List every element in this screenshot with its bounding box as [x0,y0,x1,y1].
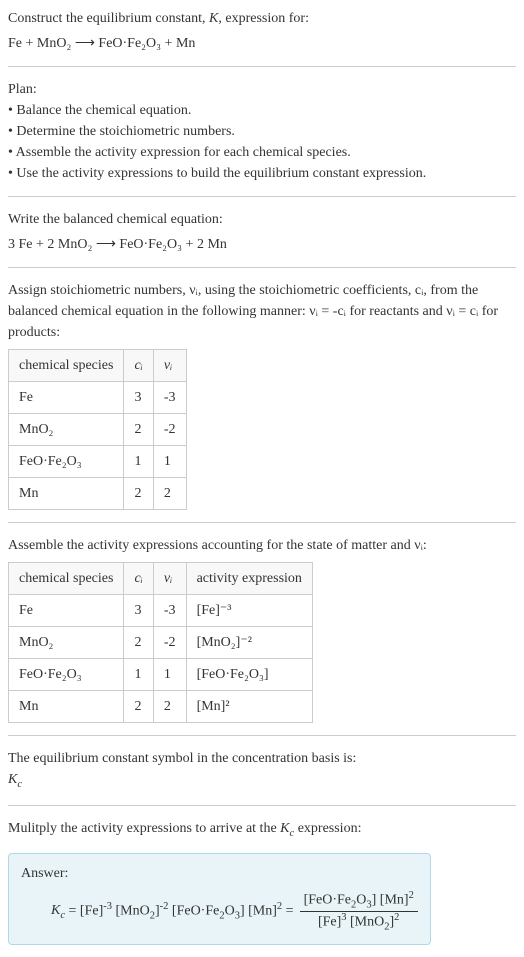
assign-text: Assign stoichiometric numbers, νᵢ, using… [8,280,516,343]
divider [8,522,516,523]
table-cell: 2 [153,691,186,723]
table-cell: -3 [153,595,186,627]
table-cell: [MnO₂]⁻² [186,627,312,659]
table-cell: 2 [124,414,153,446]
table-cell: 2 [124,691,153,723]
table-cell: [Mn]² [186,691,312,723]
answer-label: Answer: [21,866,418,882]
table-cell: 2 [124,627,153,659]
symbol-value: Kc [8,769,516,793]
table-header: activity expression [186,563,312,595]
table-row: Fe 3 -3 [9,382,187,414]
table-cell: -2 [153,414,186,446]
intro-equation: Fe + MnO₂ ⟶ FeO·Fe₂O₃ + Mn [8,33,516,54]
answer-formula: Kc = [Fe]-3 [MnO2]-2 [FeO·Fe2O3] [Mn]2 =… [21,890,418,932]
table-row: FeO·Fe₂O₃ 1 1 [FeO·Fe₂O₃] [9,659,313,691]
table-header: νᵢ [153,350,186,382]
table-cell: -3 [153,382,186,414]
table-cell: 1 [124,446,153,478]
table-row: MnO₂ 2 -2 [9,414,187,446]
table-cell: 3 [124,382,153,414]
table-row: Mn 2 2 [9,478,187,510]
table-row: Mn 2 2 [Mn]² [9,691,313,723]
table-cell: Fe [9,595,124,627]
table-header: cᵢ [124,350,153,382]
table-header-row: chemical species cᵢ νᵢ activity expressi… [9,563,313,595]
table-cell: 3 [124,595,153,627]
table-header: cᵢ [124,563,153,595]
table-header: νᵢ [153,563,186,595]
table-row: MnO₂ 2 -2 [MnO₂]⁻² [9,627,313,659]
assemble-text: Assemble the activity expressions accoun… [8,535,516,556]
table-header: chemical species [9,563,124,595]
intro-k: K [209,11,218,26]
divider [8,66,516,67]
table-cell: MnO₂ [9,627,124,659]
table-row: FeO·Fe₂O₃ 1 1 [9,446,187,478]
divider [8,735,516,736]
balanced-title: Write the balanced chemical equation: [8,209,516,230]
intro-suffix: , expression for: [218,11,309,26]
table-cell: Fe [9,382,124,414]
table-cell: FeO·Fe₂O₃ [9,659,124,691]
answer-box: Answer: Kc = [Fe]-3 [MnO2]-2 [FeO·Fe2O3]… [8,853,431,945]
plan-title: Plan: [8,79,516,100]
divider [8,805,516,806]
divider [8,267,516,268]
symbol-text: The equilibrium constant symbol in the c… [8,748,516,769]
intro-prefix: Construct the equilibrium constant, [8,11,209,26]
table-header-row: chemical species cᵢ νᵢ [9,350,187,382]
plan-item: • Assemble the activity expression for e… [8,142,516,163]
plan-item: • Determine the stoichiometric numbers. [8,121,516,142]
assemble-table: chemical species cᵢ νᵢ activity expressi… [8,562,313,723]
table-cell: Mn [9,691,124,723]
table-cell: 2 [153,478,186,510]
table-cell: [Fe]⁻³ [186,595,312,627]
answer-lhs: Kc = [Fe]-3 [MnO2]-2 [FeO·Fe2O3] [Mn]2 = [51,901,294,921]
table-cell: -2 [153,627,186,659]
plan-item: • Balance the chemical equation. [8,100,516,121]
table-cell: 1 [153,446,186,478]
fraction-denominator: [Fe]3 [MnO2]2 [314,912,403,932]
multiply-text: Mulitply the activity expressions to arr… [8,821,361,836]
plan-item: • Use the activity expressions to build … [8,163,516,184]
balanced-equation: 3 Fe + 2 MnO₂ ⟶ FeO·Fe₂O₃ + 2 Mn [8,234,516,255]
table-cell: FeO·Fe₂O₃ [9,446,124,478]
divider [8,196,516,197]
table-cell: 1 [153,659,186,691]
table-cell: 2 [124,478,153,510]
table-cell: [FeO·Fe₂O₃] [186,659,312,691]
table-cell: Mn [9,478,124,510]
answer-fraction: [FeO·Fe2O3] [Mn]2 [Fe]3 [MnO2]2 [300,890,418,932]
fraction-numerator: [FeO·Fe2O3] [Mn]2 [300,890,418,910]
table-cell: 1 [124,659,153,691]
table-row: Fe 3 -3 [Fe]⁻³ [9,595,313,627]
table-cell: MnO₂ [9,414,124,446]
table-header: chemical species [9,350,124,382]
assign-table: chemical species cᵢ νᵢ Fe 3 -3 MnO₂ 2 -2… [8,349,187,510]
